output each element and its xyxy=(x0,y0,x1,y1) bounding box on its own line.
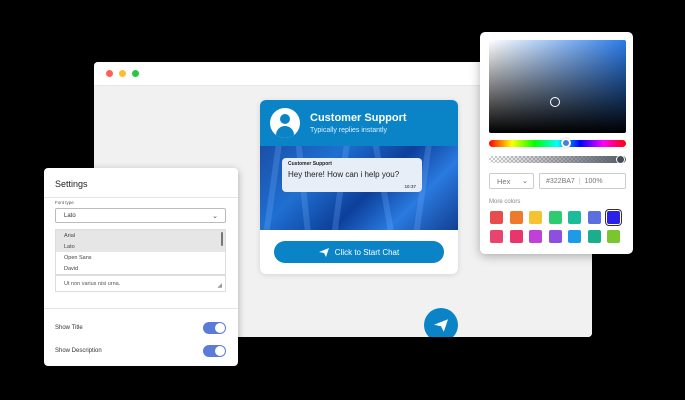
color-swatch[interactable] xyxy=(587,230,601,243)
color-swatch[interactable] xyxy=(509,211,523,224)
alpha-value: 100% xyxy=(584,177,603,185)
font-type-value: Lato xyxy=(64,212,76,219)
font-option[interactable]: David xyxy=(56,263,225,274)
color-swatch[interactable] xyxy=(568,230,581,243)
chat-title: Customer Support xyxy=(310,112,407,124)
hex-input[interactable]: #322BA7 | 100% xyxy=(539,173,626,189)
font-option[interactable]: Open Sans xyxy=(56,252,225,263)
font-type-select[interactable]: Lato ⌄ xyxy=(55,208,226,223)
more-colors-label: More colors xyxy=(489,199,521,205)
send-icon xyxy=(434,318,448,332)
color-mode-select[interactable]: Hex ⌄ xyxy=(489,173,534,189)
message-sender: Customer Support xyxy=(288,161,332,167)
chevron-down-icon: ⌄ xyxy=(212,213,218,220)
color-mode-value: Hex xyxy=(497,176,511,186)
message-bubble: Customer Support Hey there! How can i he… xyxy=(282,158,422,192)
font-type-label: Font type xyxy=(55,200,74,205)
show-description-toggle[interactable] xyxy=(203,345,226,357)
color-swatch[interactable] xyxy=(587,211,601,224)
chat-launcher-button[interactable] xyxy=(424,308,458,337)
show-title-toggle[interactable] xyxy=(203,322,226,334)
color-swatch[interactable] xyxy=(509,230,523,243)
color-swatch[interactable] xyxy=(607,211,620,224)
start-chat-label: Click to Start Chat xyxy=(334,247,400,257)
textarea-text: Ut non varius nisi urna. xyxy=(64,281,121,287)
color-cursor[interactable] xyxy=(550,97,560,107)
resize-handle-icon[interactable]: ◢ xyxy=(217,282,222,289)
color-swatch[interactable] xyxy=(490,211,503,224)
divider xyxy=(44,197,238,198)
color-swatch[interactable] xyxy=(568,211,581,224)
start-chat-button[interactable]: Click to Start Chat xyxy=(274,241,444,263)
description-textarea[interactable]: Ut non varius nisi urna. ◢ xyxy=(55,275,226,292)
font-option[interactable]: Lato xyxy=(56,241,225,252)
message-time: 10:37 xyxy=(404,184,416,189)
color-picker: Hex ⌄ #322BA7 | 100% More colors xyxy=(480,32,633,254)
color-swatch[interactable] xyxy=(607,230,620,243)
show-description-label: Show Description xyxy=(55,348,102,354)
color-swatch[interactable] xyxy=(548,230,562,243)
settings-title: Settings xyxy=(55,179,88,189)
message-text: Hey there! How can i help you? xyxy=(288,170,400,179)
divider xyxy=(44,308,238,309)
chat-widget: Customer Support Typically replies insta… xyxy=(260,100,458,274)
agent-avatar xyxy=(270,108,300,138)
settings-panel: Settings Font type Lato ⌄ Arial Lato Ope… xyxy=(44,168,238,366)
font-option[interactable]: Arial xyxy=(56,230,225,241)
chevron-down-icon: ⌄ xyxy=(522,178,528,185)
maximize-window-dot[interactable] xyxy=(132,70,139,77)
font-options-list[interactable]: Arial Lato Open Sans David xyxy=(55,229,226,275)
alpha-slider-handle[interactable] xyxy=(616,155,625,164)
hue-slider-handle[interactable] xyxy=(561,138,571,148)
chat-header: Customer Support Typically replies insta… xyxy=(260,100,458,146)
color-swatch[interactable] xyxy=(529,230,542,243)
chat-background: Customer Support Hey there! How can i he… xyxy=(260,146,458,230)
hex-value: #322BA7 xyxy=(546,177,575,185)
minimize-window-dot[interactable] xyxy=(119,70,126,77)
list-scrollbar[interactable] xyxy=(221,232,223,246)
saturation-value-area[interactable] xyxy=(489,40,626,133)
hue-slider[interactable] xyxy=(489,140,626,147)
close-window-dot[interactable] xyxy=(106,70,113,77)
color-swatch[interactable] xyxy=(490,230,503,243)
color-swatch[interactable] xyxy=(548,211,562,224)
show-title-label: Show Title xyxy=(55,325,83,331)
chat-subtitle: Typically replies instantly xyxy=(310,127,388,134)
alpha-slider[interactable] xyxy=(489,156,626,163)
send-icon xyxy=(318,247,329,257)
color-swatch[interactable] xyxy=(529,211,542,224)
